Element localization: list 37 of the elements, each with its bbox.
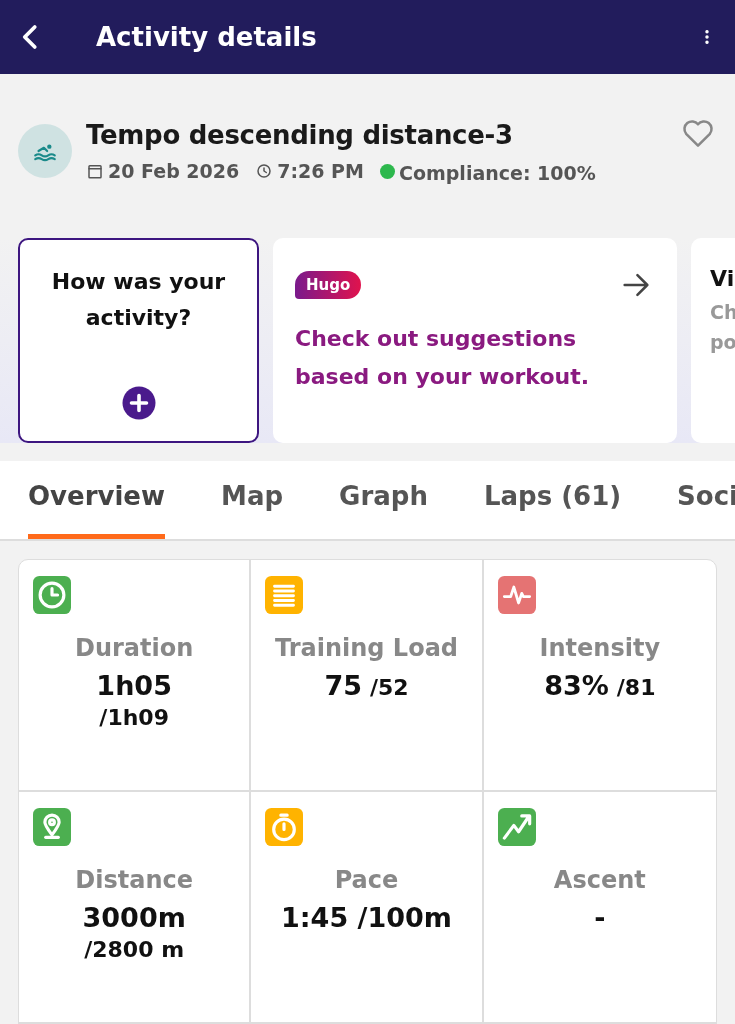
tab[interactable]: Graph: [339, 461, 428, 539]
metric-label: Training Load: [274, 634, 459, 662]
assistant-badge: Hugo: [295, 271, 362, 299]
tab[interactable]: Overview: [28, 461, 166, 539]
feedback-card[interactable]: How was your activity?: [18, 238, 259, 443]
screen-title: Activity details: [96, 22, 318, 52]
card-text: po: [710, 330, 735, 355]
tab[interactable]: Soci: [677, 461, 735, 539]
metric-value: 1h05: [96, 670, 172, 701]
activity-date: 20 Feb 2026: [108, 160, 240, 182]
activity-title: Tempo descending distance-3: [86, 120, 514, 150]
metric-target: /2800 m: [84, 937, 185, 962]
compliance-text: Compliance: 100%: [398, 162, 596, 184]
metric-label: Pace: [334, 866, 399, 894]
metric-value: 1:45 /100m: [281, 902, 452, 933]
metric-value: 83%: [544, 670, 609, 701]
metric-target: /52: [369, 675, 409, 700]
clock-icon: [255, 162, 274, 180]
metric-label: Duration: [75, 634, 194, 662]
metric-label: Distance: [75, 866, 193, 894]
metric-label: Ascent: [553, 866, 646, 894]
calendar-icon: [86, 162, 104, 180]
add-icon[interactable]: [120, 385, 157, 421]
card-title: Vi: [710, 266, 735, 291]
tab[interactable]: Map: [221, 461, 284, 539]
metric-value: -: [594, 902, 606, 933]
suggestion-text: Check out suggestions based on your workout.: [295, 325, 591, 391]
suggestion-card[interactable]: Hugo Check out suggestions based on your workout.: [273, 238, 677, 443]
metric-value: 3000m: [82, 902, 186, 933]
metric-label: Intensity: [539, 634, 661, 662]
feedback-question: How was your activity?: [50, 268, 227, 332]
activity-time: 7:26 PM: [277, 160, 364, 182]
compliance-dot: [379, 163, 395, 179]
metric-target: /1h09: [99, 705, 169, 730]
metric-value: 75: [324, 670, 362, 701]
metric-target: /81: [616, 675, 656, 700]
tab[interactable]: Laps (61): [483, 461, 622, 539]
